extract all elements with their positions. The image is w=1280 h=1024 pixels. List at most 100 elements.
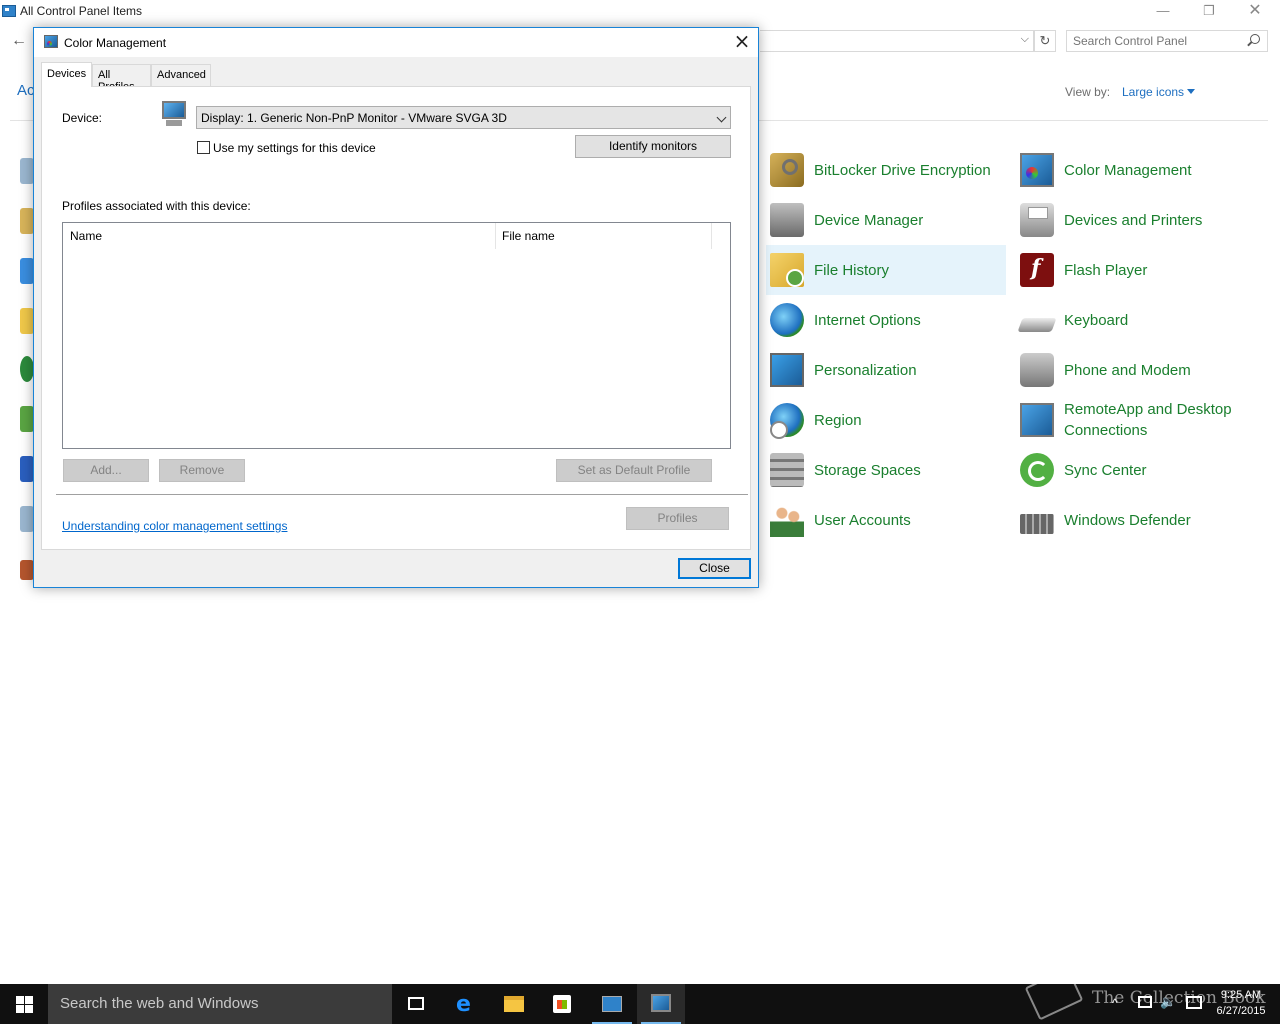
tab-all-profiles[interactable]: All Profiles [92,64,151,93]
internet-options-icon [770,303,804,337]
search-icon[interactable] [1246,34,1260,48]
column-header-name[interactable]: Name [63,223,496,249]
cp-item-label: RemoteApp and Desktop Connections [1064,401,1232,439]
chevron-down-icon[interactable]: ⌵ [1021,33,1029,46]
cp-item-storage-spaces[interactable]: Storage Spaces [766,445,1006,495]
control-panel-titlebar: All Control Panel Items — ❐ ✕ [0,0,1280,24]
partial-item-icon [20,208,34,234]
cp-item-flash-player[interactable]: Flash Player [1016,245,1256,295]
divider [56,494,748,495]
close-window-button[interactable]: ✕ [1232,0,1278,24]
remoteapp-icon [1020,403,1054,437]
cp-item-color-management[interactable]: Color Management [1016,145,1256,195]
show-hidden-icons-button[interactable]: ^ [1112,996,1118,1010]
cp-item-label: File History [814,261,890,279]
flash-player-icon [1020,253,1054,287]
partial-item-icon [20,356,34,382]
cp-item-sync-center[interactable]: Sync Center [1016,445,1256,495]
cp-item-phone-modem[interactable]: Phone and Modem [1016,345,1256,395]
clock-date[interactable]: 6/27/2015 [1210,1005,1272,1017]
cp-item-bitlocker[interactable]: BitLocker Drive Encryption [766,145,1006,195]
cp-item-devices-printers[interactable]: Devices and Printers [1016,195,1256,245]
caret-down-icon[interactable] [1187,89,1195,94]
use-my-settings-checkbox[interactable] [197,141,210,154]
control-panel-taskbar-button[interactable] [588,984,636,1024]
tab-devices[interactable]: Devices [41,62,92,87]
minimize-button[interactable]: — [1140,0,1186,24]
column-header-file-name[interactable]: File name [496,223,712,249]
add-button[interactable]: Add... [63,459,149,482]
back-arrow-icon[interactable]: ← [8,30,30,52]
taskbar-search-box[interactable]: Search the web and Windows [48,984,392,1024]
cp-item-personalization[interactable]: Personalization [766,345,1006,395]
device-select[interactable]: Display: 1. Generic Non-PnP Monitor - VM… [196,106,731,129]
cp-item-label: User Accounts [814,511,911,529]
address-bar[interactable]: ⌵ [760,30,1034,52]
use-my-settings-label[interactable]: Use my settings for this device [213,141,376,155]
file-explorer-button[interactable] [490,984,538,1024]
cp-item-region[interactable]: Region [766,395,1006,445]
action-center-icon[interactable] [1186,996,1202,1009]
page-heading-partial: Ac [17,82,35,99]
personalization-icon [770,353,804,387]
storage-spaces-icon [770,453,804,487]
cp-item-label: Keyboard [1064,311,1129,329]
identify-monitors-button[interactable]: Identify monitors [575,135,731,158]
color-management-icon [651,994,671,1012]
device-label: Device: [62,111,103,125]
control-panel-icon [602,996,622,1012]
profiles-button[interactable]: Profiles [626,507,729,530]
chevron-down-icon[interactable] [716,112,727,123]
partial-item-icon [20,308,34,334]
restore-button[interactable]: ❐ [1186,0,1232,24]
network-icon[interactable] [1138,996,1152,1008]
cp-item-windows-defender[interactable]: Windows Defender [1016,495,1256,545]
clock-time[interactable]: 9:25 AM [1214,989,1268,1001]
edge-browser-button[interactable]: e [442,984,490,1024]
sync-center-icon [1020,453,1054,487]
cp-item-label: Device Manager [814,211,924,229]
volume-icon[interactable]: 🔈 [1160,994,1176,1010]
cp-item-user-accounts[interactable]: User Accounts [766,495,1006,545]
color-management-taskbar-button[interactable] [637,984,685,1024]
set-default-profile-button[interactable]: Set as Default Profile [556,459,712,482]
partial-item-icon [20,258,34,284]
cp-item-internet-options[interactable]: Internet Options [766,295,1006,345]
remove-button[interactable]: Remove [159,459,245,482]
close-button[interactable]: Close [678,558,751,579]
task-view-button[interactable] [392,984,440,1024]
cp-item-label: Region [814,411,862,429]
devices-printers-icon [1020,203,1054,237]
bitlocker-icon [770,153,804,187]
tab-advanced[interactable]: Advanced [151,64,211,86]
dialog-titlebar[interactable]: Color Management × [34,28,758,57]
task-view-icon [408,997,424,1010]
store-button[interactable] [538,984,586,1024]
partial-item-icon [20,406,34,432]
cp-item-file-history[interactable]: File History [766,245,1006,295]
start-button[interactable] [0,984,48,1024]
keyboard-icon [1017,318,1057,332]
search-control-panel-input[interactable] [1066,30,1268,52]
edge-icon: e [456,992,471,1017]
close-icon[interactable]: × [727,29,757,55]
control-panel-icon [2,5,16,17]
refresh-button[interactable]: ↻ [1034,30,1056,52]
monitor-icon [160,100,188,130]
profiles-label: Profiles associated with this device: [62,199,251,213]
cp-item-keyboard[interactable]: Keyboard [1016,295,1256,345]
file-history-icon [770,253,804,287]
cp-item-label: Flash Player [1064,261,1148,279]
dialog-title: Color Management [64,36,167,50]
region-icon [770,403,804,439]
understanding-color-management-link[interactable]: Understanding color management settings [62,519,287,533]
partial-item-icon [20,560,34,580]
cp-item-remoteapp[interactable]: RemoteApp and Desktop Connections [1016,395,1268,445]
profiles-list[interactable]: Name File name [62,222,731,449]
view-by-dropdown[interactable]: Large icons [1122,85,1184,99]
cp-item-device-manager[interactable]: Device Manager [766,195,1006,245]
folder-icon [504,996,524,1012]
store-icon [553,995,571,1013]
color-management-icon [44,35,58,48]
cp-item-label: Devices and Printers [1064,211,1203,229]
